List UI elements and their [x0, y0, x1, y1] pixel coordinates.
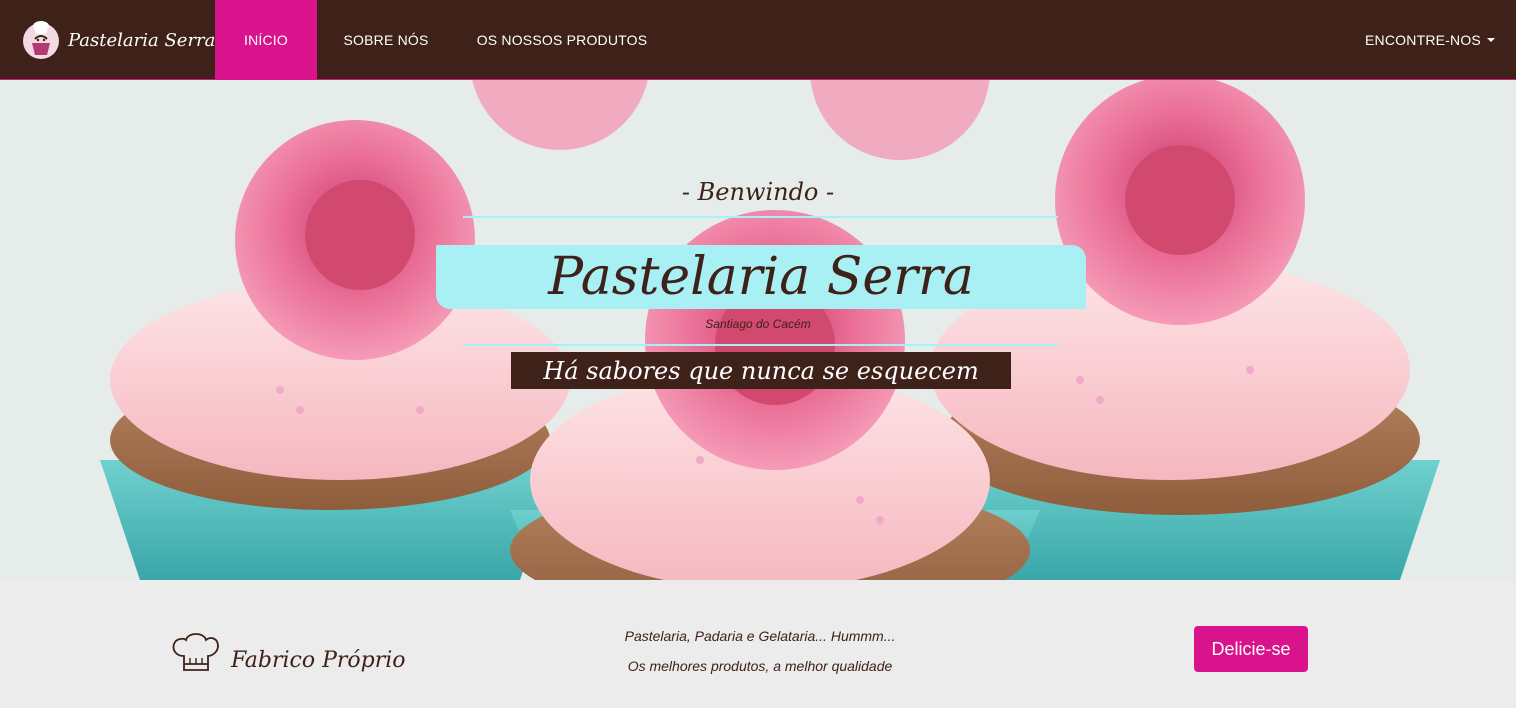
feature-label: Fabrico Próprio	[231, 648, 406, 673]
hero-divider-bottom	[463, 344, 1058, 346]
nav-item-produtos[interactable]: OS NOSSOS PRODUTOS	[470, 0, 654, 80]
hero-title-band: Pastelaria Serra	[436, 245, 1086, 309]
brand-link[interactable]: Pastelaria Serra	[22, 18, 215, 62]
nav-item-inicio[interactable]: INÍCIO	[215, 0, 317, 80]
navbar: Pastelaria Serra INÍCIO SOBRE NÓS OS NOS…	[0, 0, 1516, 80]
hero-banner: - Benwindo - Pastelaria Serra Santiago d…	[0, 80, 1516, 580]
caret-down-icon	[1486, 38, 1495, 42]
hero-divider-top	[463, 216, 1058, 218]
chef-cupcake-logo-icon	[23, 21, 59, 59]
feature-tagline-1: Pastelaria, Padaria e Gelataria... Hummm…	[624, 628, 896, 644]
nav-dropdown-encontre-nos[interactable]: ENCONTRE-NOS	[1360, 0, 1500, 80]
nav-dropdown-label: ENCONTRE-NOS	[1365, 32, 1481, 48]
chef-hat-icon	[172, 633, 219, 671]
hero-slogan-band: Há sabores que nunca se esquecem	[511, 352, 1011, 389]
hero-slogan: Há sabores que nunca se esquecem	[543, 356, 979, 385]
feature-strip: Fabrico Próprio Pastelaria, Padaria e Ge…	[0, 580, 1516, 708]
delicie-se-button[interactable]: Delicie-se	[1194, 626, 1308, 672]
brand-name: Pastelaria Serra	[68, 29, 216, 51]
hero-title: Pastelaria Serra	[548, 247, 974, 307]
hero-welcome: - Benwindo -	[681, 178, 835, 206]
nav-item-sobre-nos[interactable]: SOBRE NÓS	[331, 0, 441, 80]
feature-tagline-2: Os melhores produtos, a melhor qualidade	[627, 658, 893, 674]
hero-location: Santiago do Cacém	[705, 317, 811, 331]
